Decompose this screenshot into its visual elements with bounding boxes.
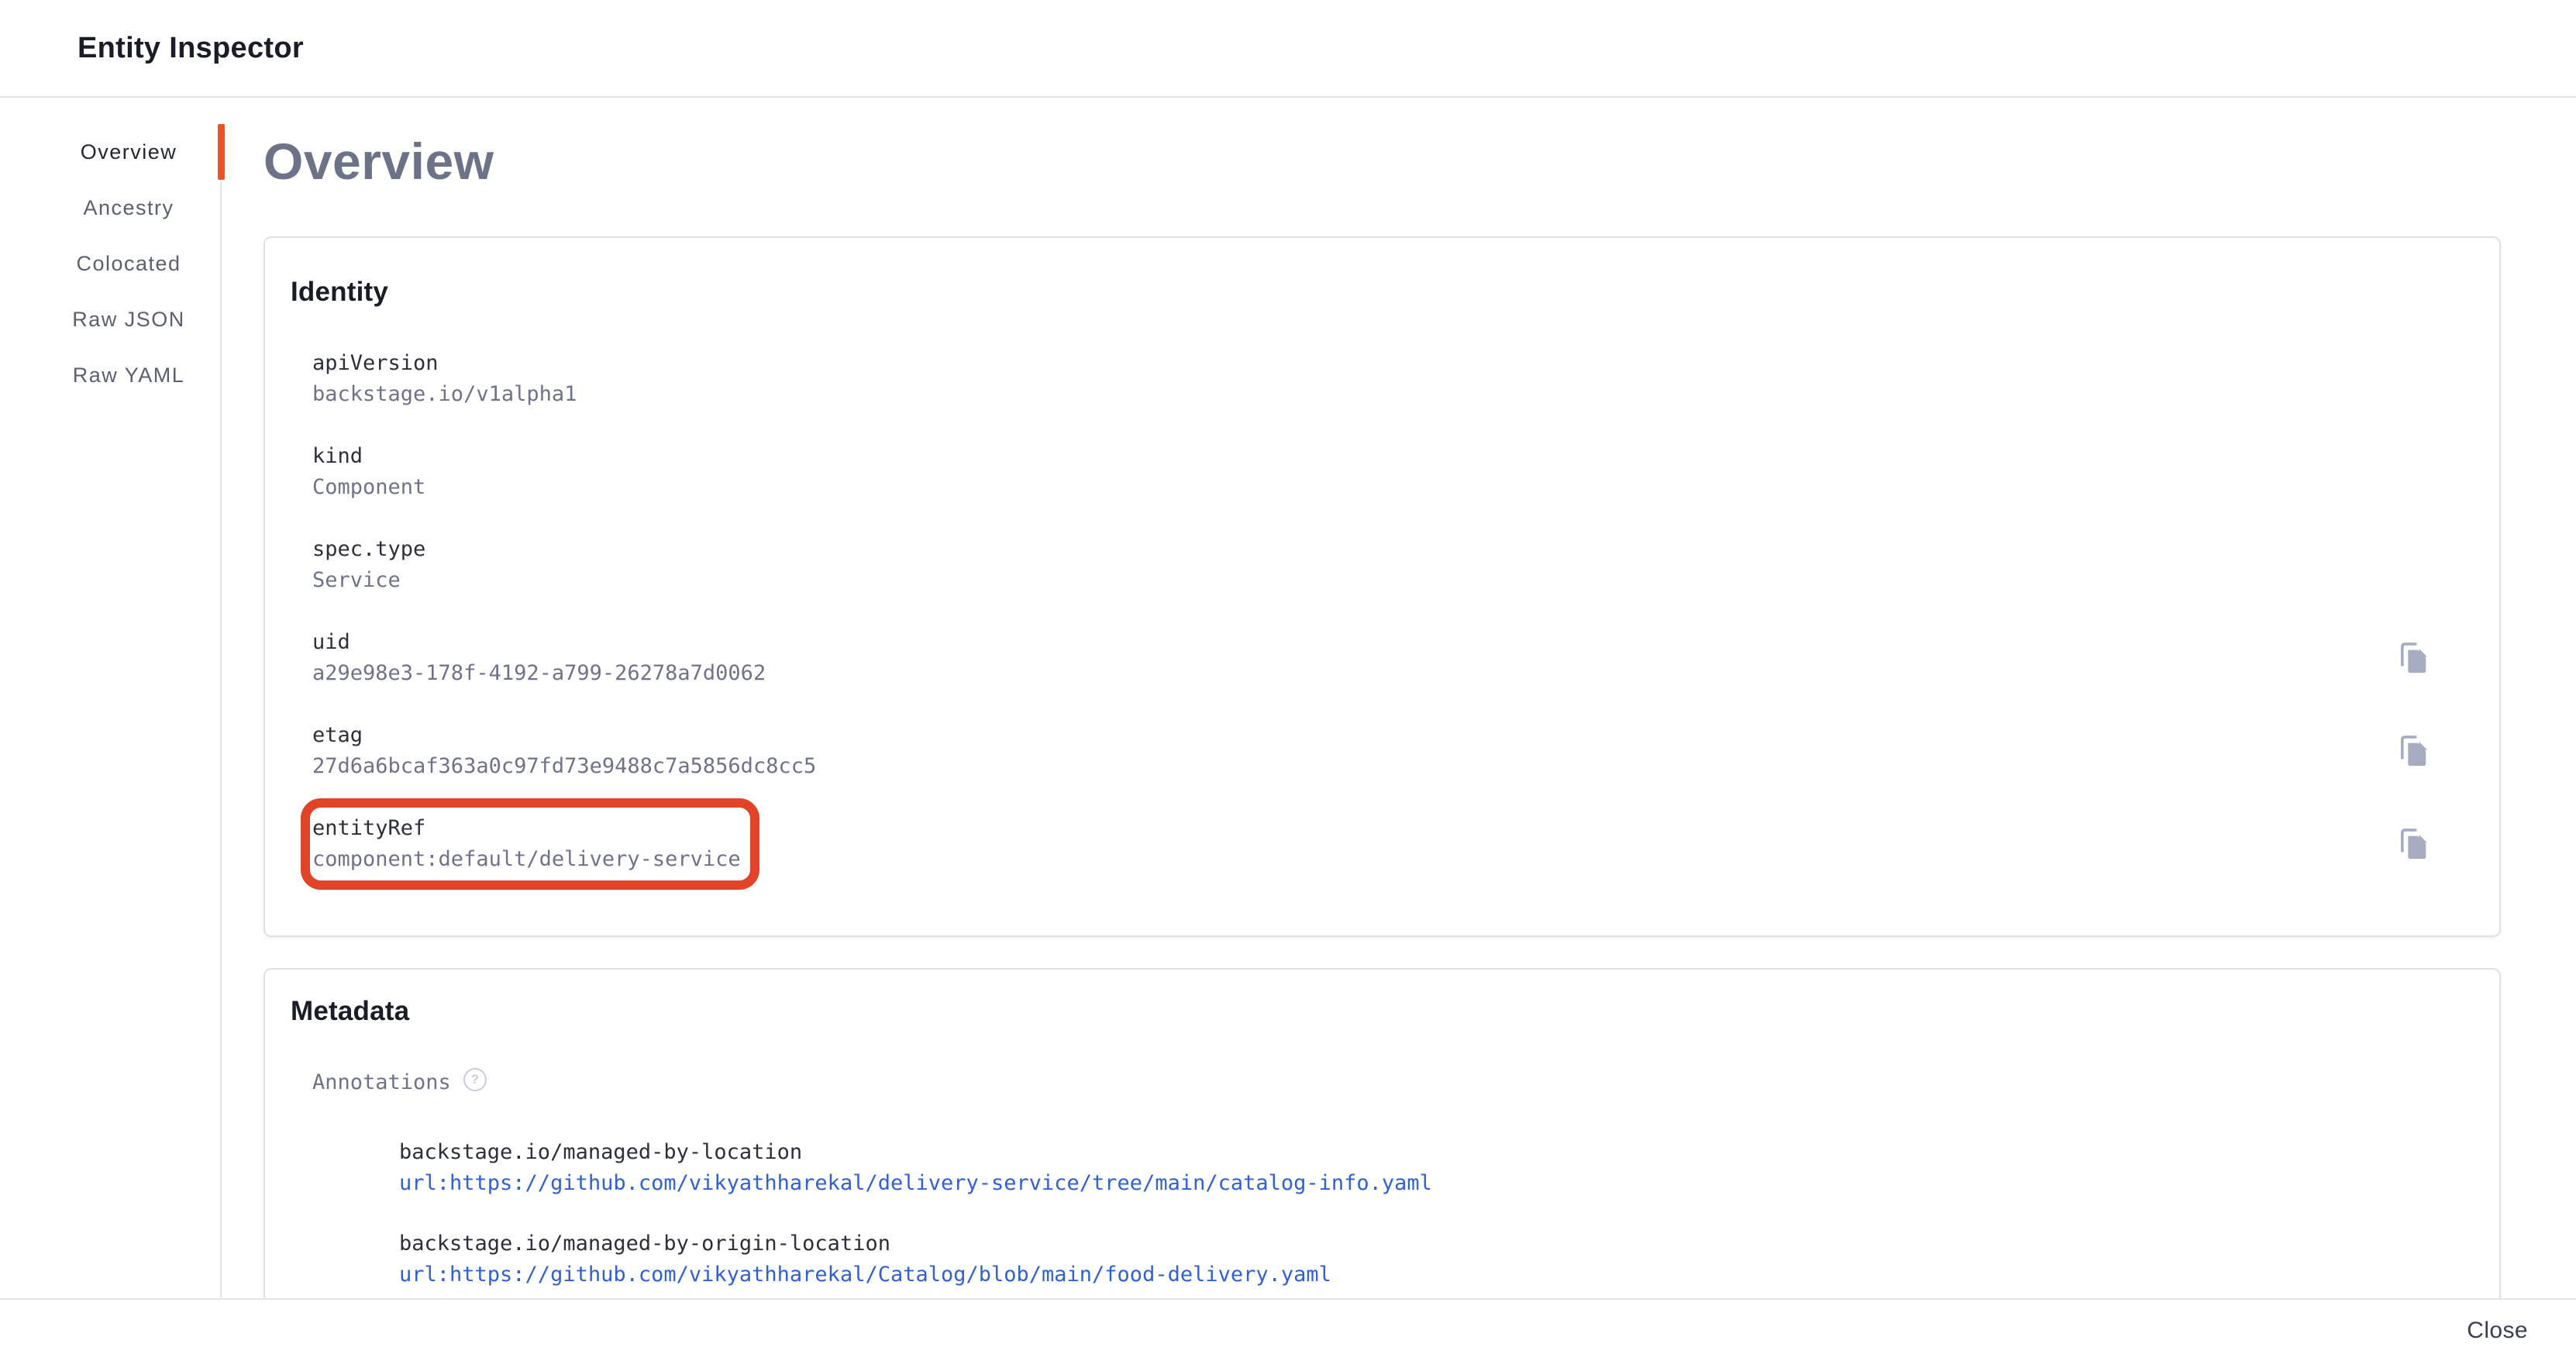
metadata-card-title: Metadata — [291, 996, 2431, 1027]
annotation-row: backstage.io/managed-by-origin-location … — [399, 1228, 2431, 1290]
annotation-key: backstage.io/managed-by-origin-location — [399, 1228, 2431, 1259]
copy-uid-button[interactable] — [2395, 640, 2431, 676]
help-icon[interactable]: ? — [463, 1068, 487, 1091]
field-value: Service — [312, 565, 425, 596]
sidebar-item-raw-yaml[interactable]: Raw YAML — [0, 347, 220, 403]
close-button[interactable]: Close — [2453, 1310, 2542, 1352]
copy-etag-button[interactable] — [2395, 733, 2431, 769]
field-value: a29e98e3-178f-4192-a799-26278a7d0062 — [312, 658, 766, 689]
sidebar-item-raw-json[interactable]: Raw JSON — [0, 291, 220, 347]
metadata-card: Metadata Annotations ? backstage.io/mana… — [263, 968, 2501, 1298]
dialog-header: Entity Inspector — [0, 0, 2576, 98]
annotation-row: backstage.io/managed-by-location url:htt… — [399, 1137, 2431, 1199]
sidebar: Overview Ancestry Colocated Raw JSON Raw… — [0, 124, 222, 1298]
sidebar-item-colocated[interactable]: Colocated — [0, 236, 220, 291]
field-row-kind: kind Component — [312, 441, 2431, 503]
dialog-title: Entity Inspector — [77, 32, 304, 65]
field-key: uid — [312, 627, 766, 658]
sidebar-item-label: Raw YAML — [73, 364, 185, 388]
field-row-entityref: entityRef component:default/delivery-ser… — [312, 813, 2431, 875]
field-row-apiversion: apiVersion backstage.io/v1alpha1 — [312, 348, 2431, 410]
copy-icon — [2395, 640, 2431, 676]
field-key: apiVersion — [312, 348, 577, 379]
annotations-section-label: Annotations ? — [312, 1067, 2431, 1098]
identity-card: Identity apiVersion backstage.io/v1alpha… — [263, 236, 2501, 937]
field-value: Component — [312, 472, 425, 503]
sidebar-item-label: Overview — [81, 140, 177, 164]
sidebar-item-label: Raw JSON — [72, 308, 185, 332]
sidebar-item-label: Ancestry — [83, 196, 174, 220]
field-value: backstage.io/v1alpha1 — [312, 379, 577, 410]
annotation-link[interactable]: url:https://github.com/vikyathharekal/de… — [399, 1171, 1432, 1195]
sidebar-item-ancestry[interactable]: Ancestry — [0, 180, 220, 236]
copy-icon — [2395, 733, 2431, 769]
field-value: 27d6a6bcaf363a0c97fd73e9488c7a5856dc8cc5 — [312, 751, 816, 782]
field-key: spec.type — [312, 534, 425, 565]
field-row-spec-type: spec.type Service — [312, 534, 2431, 596]
copy-entityref-button[interactable] — [2395, 826, 2431, 862]
field-key: etag — [312, 720, 816, 751]
identity-card-title: Identity — [291, 277, 2431, 308]
sidebar-item-overview[interactable]: Overview — [0, 124, 220, 180]
field-row-uid: uid a29e98e3-178f-4192-a799-26278a7d0062 — [312, 627, 2431, 689]
annotation-key: backstage.io/managed-by-location — [399, 1137, 2431, 1168]
main-content: Overview Identity apiVersion backstage.i… — [222, 98, 2576, 1298]
field-value: component:default/delivery-service — [312, 844, 741, 875]
annotation-link[interactable]: url:https://github.com/vikyathharekal/Ca… — [399, 1263, 1331, 1287]
copy-icon — [2395, 826, 2431, 862]
field-key: kind — [312, 441, 425, 472]
annotations-list: backstage.io/managed-by-location url:htt… — [399, 1137, 2431, 1290]
dialog-footer: Close — [0, 1298, 2576, 1361]
page-title: Overview — [263, 133, 2501, 190]
field-key: entityRef — [312, 813, 741, 844]
field-row-etag: etag 27d6a6bcaf363a0c97fd73e9488c7a5856d… — [312, 720, 2431, 782]
sidebar-item-label: Colocated — [76, 252, 181, 276]
